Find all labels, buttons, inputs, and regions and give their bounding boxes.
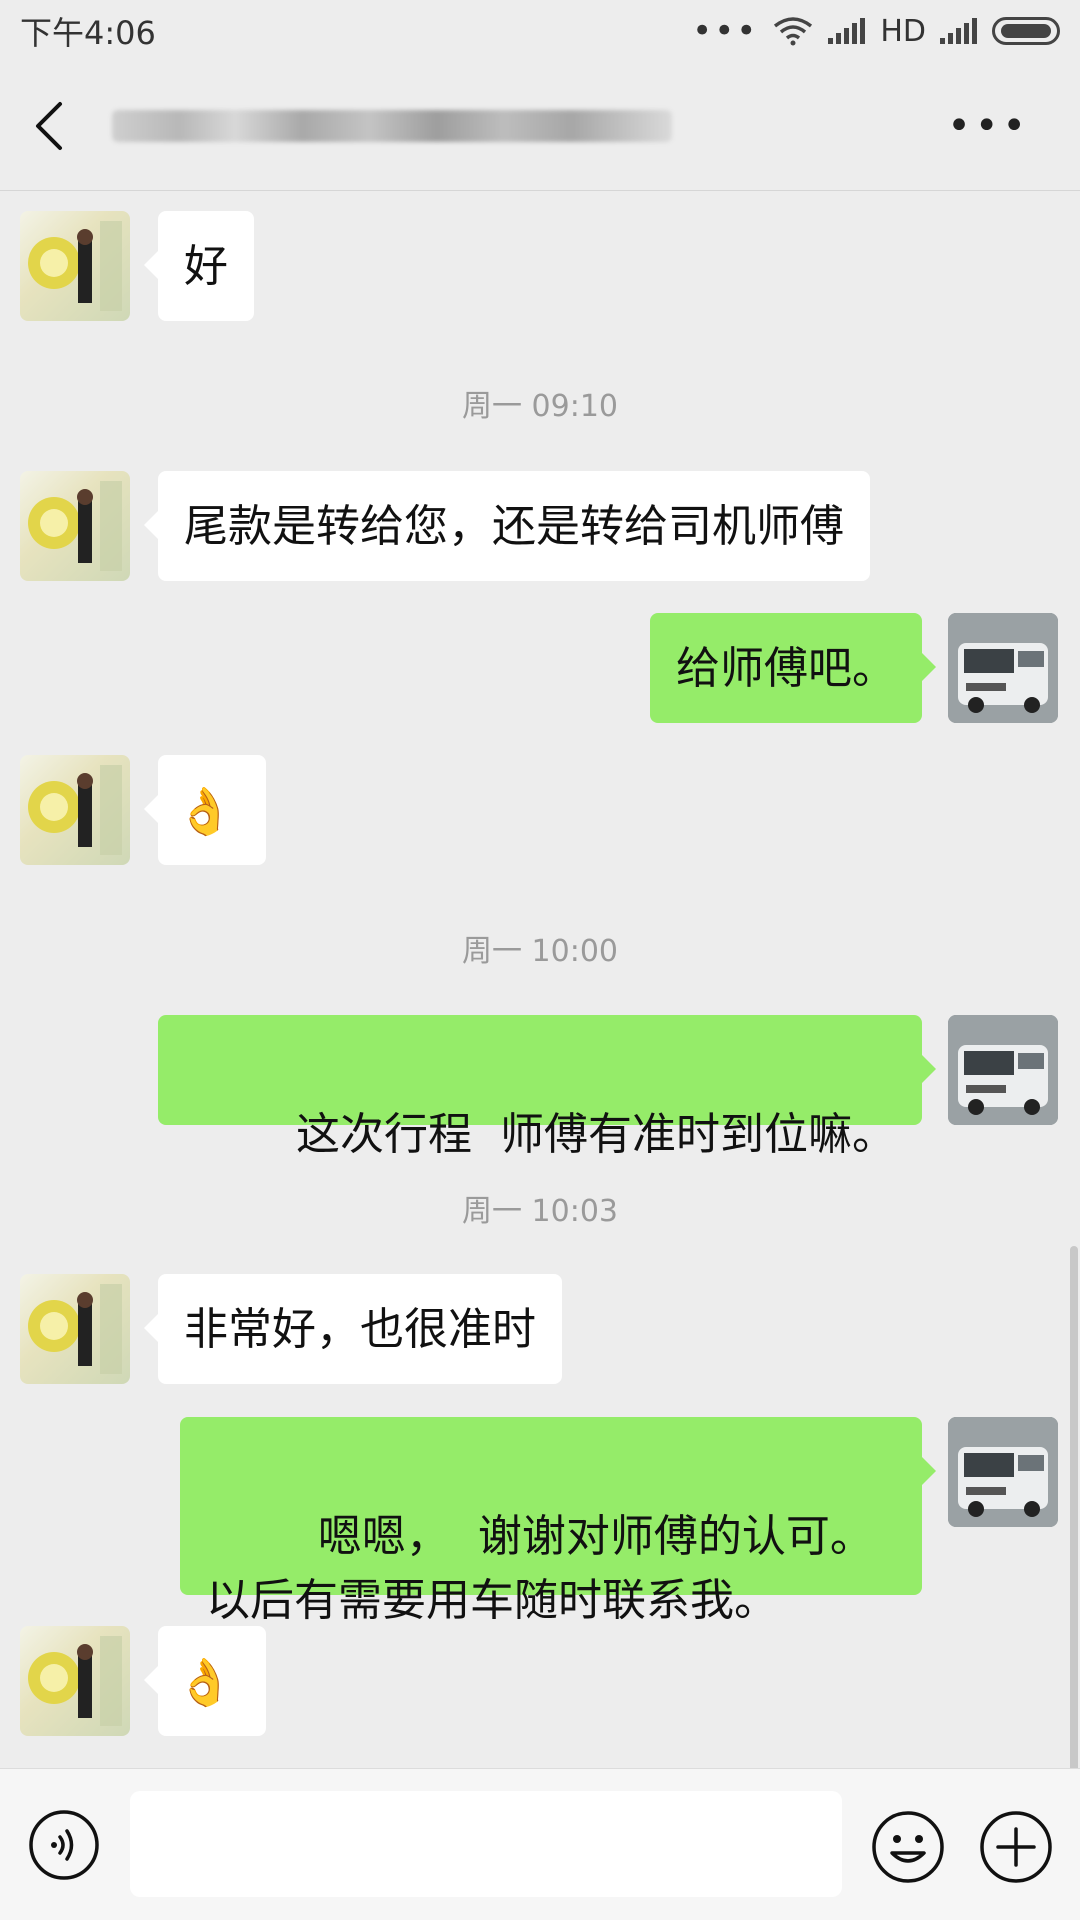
ok-hand-icon: 👌	[176, 1655, 234, 1709]
status-icons: ••• HD	[692, 11, 1060, 51]
timestamp: 周一 10:03	[462, 1194, 618, 1229]
bus-avatar-image	[948, 1417, 1058, 1527]
more-status-icon: •••	[692, 11, 759, 51]
message-bubble-in[interactable]: 👌	[144, 1626, 266, 1736]
bus-avatar-image	[948, 613, 1058, 723]
ok-hand-icon: 👌	[176, 784, 234, 838]
message-text: 好	[184, 241, 228, 292]
avatar[interactable]	[20, 1274, 130, 1384]
avatar[interactable]	[20, 755, 130, 865]
avatar[interactable]	[948, 1015, 1058, 1125]
message-list: 好 周一 09:10 尾款是转给您，还是转给司机师傅 给师傅吧。 👌 周一 10…	[0, 191, 1080, 1920]
emoji-icon[interactable]	[870, 1809, 946, 1885]
message-text: 尾款是转给您，还是转给司机师傅	[184, 501, 844, 552]
avatar[interactable]	[948, 613, 1058, 723]
bus-avatar-image	[948, 1015, 1058, 1125]
message-text: 这次行程 师傅有准时到位嘛。	[296, 1109, 896, 1160]
message-text: 嗯嗯， 谢谢对师傅的认可。以后有需要用车随时联系我。	[206, 1511, 874, 1626]
status-time: 下午4:06	[20, 14, 156, 52]
chat-screen: 下午4:06 ••• HD ••• 好 周一 09:10 尾款是转给您，还是转给…	[0, 0, 1080, 1920]
avatar[interactable]	[20, 1626, 130, 1736]
battery-icon	[992, 17, 1060, 45]
signal-icon-2	[940, 18, 977, 44]
chat-header: •••	[0, 62, 1080, 191]
wifi-icon	[774, 17, 813, 46]
avatar[interactable]	[948, 1417, 1058, 1527]
avatar[interactable]	[20, 471, 130, 581]
agent-avatar-image	[28, 481, 122, 571]
back-icon[interactable]	[28, 98, 76, 154]
message-bubble-out[interactable]: 给师傅吧。	[650, 613, 936, 723]
agent-avatar-image	[28, 221, 122, 311]
chat-title	[112, 110, 672, 142]
message-bubble-in[interactable]: 非常好，也很准时	[144, 1274, 562, 1384]
plus-icon[interactable]	[978, 1809, 1054, 1885]
message-bubble-out[interactable]: 这次行程 师傅有准时到位嘛。	[158, 1015, 936, 1160]
message-text: 非常好，也很准时	[184, 1304, 536, 1355]
agent-avatar-image	[28, 1284, 122, 1374]
message-bubble-in[interactable]: 好	[144, 211, 254, 321]
status-bar: 下午4:06 ••• HD	[0, 0, 1080, 62]
message-bubble-out[interactable]: 嗯嗯， 谢谢对师傅的认可。以后有需要用车随时联系我。	[180, 1417, 936, 1626]
network-label: HD	[880, 13, 926, 49]
input-bar	[0, 1768, 1080, 1920]
message-text: 给师傅吧。	[676, 643, 896, 694]
agent-avatar-image	[28, 1636, 122, 1726]
timestamp: 周一 10:00	[462, 934, 618, 969]
avatar[interactable]	[20, 211, 130, 321]
agent-avatar-image	[28, 765, 122, 855]
more-icon[interactable]: •••	[947, 106, 1030, 146]
message-bubble-in[interactable]: 👌	[144, 755, 266, 865]
message-bubble-in[interactable]: 尾款是转给您，还是转给司机师傅	[144, 471, 870, 581]
timestamp: 周一 09:10	[462, 389, 618, 424]
signal-icon	[828, 18, 866, 44]
message-input[interactable]	[130, 1791, 842, 1897]
voice-icon[interactable]	[28, 1809, 100, 1881]
